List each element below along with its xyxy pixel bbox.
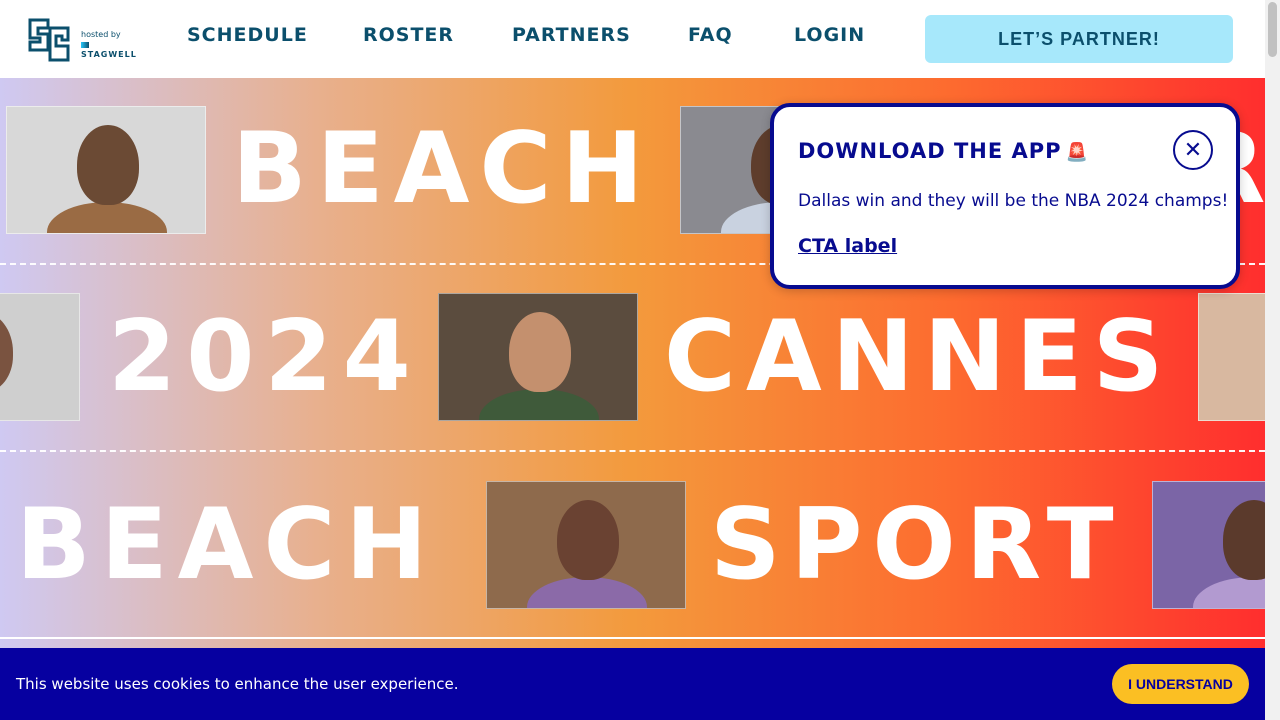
nav-roster[interactable]: ROSTER [363, 24, 454, 46]
athlete-photo-5 [1198, 293, 1265, 421]
close-icon: ✕ [1183, 137, 1203, 163]
athlete-photo-3 [0, 293, 80, 421]
app-download-popup: DOWNLOAD THE APP 🚨 ✕ Dallas win and they … [770, 103, 1240, 289]
sb-logo-icon [28, 18, 70, 62]
popup-title: DOWNLOAD THE APP 🚨 [798, 139, 1089, 163]
athlete-photo-6 [486, 481, 686, 609]
hero-word-2024: 2024 [108, 300, 421, 414]
athlete-photo-7 [1152, 481, 1265, 609]
hero-word-beach-2: BEACH [16, 488, 438, 602]
lets-partner-button[interactable]: LET’S PARTNER! [925, 15, 1233, 63]
cookie-accept-button[interactable]: I UNDERSTAND [1112, 664, 1249, 704]
site-logo[interactable]: hosted by STAGWELL [26, 14, 146, 64]
nav-login[interactable]: LOGIN [794, 24, 865, 46]
site-header: hosted by STAGWELL SCHEDULE ROSTER PARTN… [0, 0, 1265, 78]
cookie-banner: This website uses cookies to enhance the… [0, 648, 1265, 720]
hosted-by-label: hosted by [81, 30, 121, 39]
sponsor-logo: STAGWELL [81, 41, 146, 59]
scrollbar-thumb[interactable] [1268, 2, 1277, 57]
hero-word-cannes: CANNES [664, 300, 1174, 414]
nav-schedule[interactable]: SCHEDULE [187, 24, 308, 46]
row-divider [0, 450, 1265, 452]
siren-icon: 🚨 [1065, 142, 1089, 163]
hero-word-sport: SPORT [710, 488, 1124, 602]
row-divider [0, 637, 1265, 639]
cookie-message: This website uses cookies to enhance the… [16, 675, 459, 693]
popup-close-button[interactable]: ✕ [1173, 130, 1213, 170]
hero-word-beach-1: BEACH [232, 112, 654, 226]
popup-message: Dallas win and they will be the NBA 2024… [798, 191, 1229, 211]
nav-partners[interactable]: PARTNERS [512, 24, 631, 46]
popup-title-text: DOWNLOAD THE APP [798, 139, 1062, 163]
nav-faq[interactable]: FAQ [688, 24, 733, 46]
popup-cta-link[interactable]: CTA label [798, 235, 897, 257]
athlete-photo-4 [438, 293, 638, 421]
athlete-photo-1 [6, 106, 206, 234]
page-scrollbar[interactable] [1265, 0, 1280, 720]
